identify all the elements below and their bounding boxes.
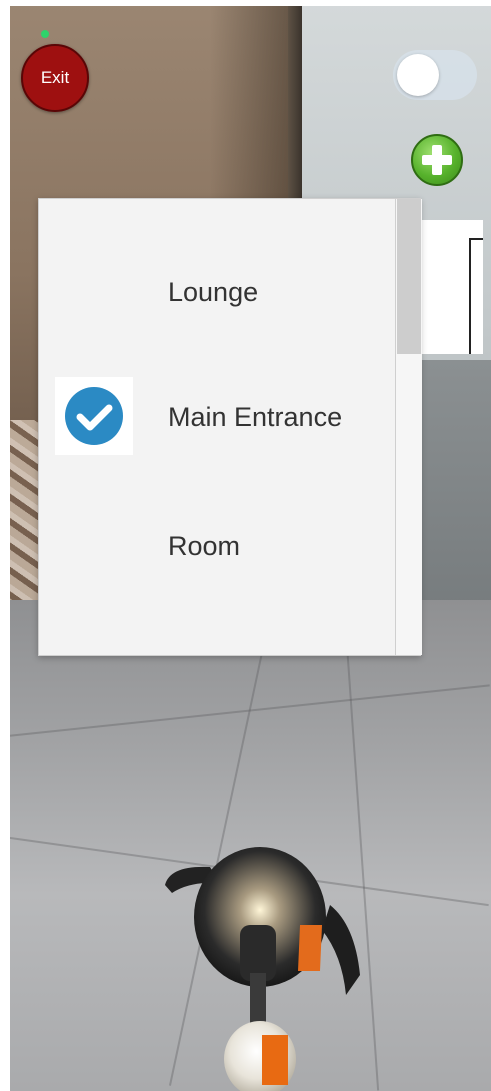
exit-button[interactable]: Exit: [21, 44, 89, 112]
location-dropdown[interactable]: Lounge Main Entrance Room: [38, 198, 422, 656]
scrollbar[interactable]: [395, 199, 422, 655]
list-item-lounge[interactable]: Lounge: [39, 229, 395, 357]
selection-checkbox[interactable]: [55, 377, 133, 455]
side-panel: [421, 220, 483, 354]
status-indicator: [41, 30, 49, 38]
list-item-label: Room: [168, 531, 241, 561]
list-item-main-entrance[interactable]: Main Entrance: [39, 339, 395, 467]
exit-label: Exit: [40, 68, 70, 87]
check-circle-icon: [65, 387, 123, 445]
toggle-knob: [397, 54, 439, 96]
list-item-label: Main Entrance: [168, 402, 343, 432]
robot-3d-model[interactable]: [150, 845, 380, 1091]
plus-circle-icon: [422, 145, 452, 175]
list-item-label: Lounge: [168, 277, 259, 307]
add-button[interactable]: [411, 134, 463, 186]
scrollbar-thumb[interactable]: [397, 199, 421, 354]
list-item-room[interactable]: Room: [39, 469, 395, 597]
toggle-switch[interactable]: [393, 50, 477, 100]
